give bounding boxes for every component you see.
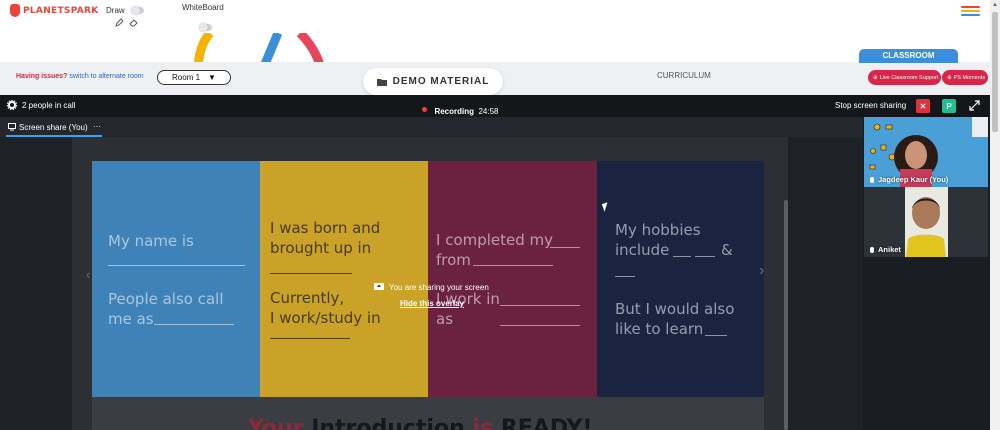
people-in-call: 2 people in call: [22, 101, 76, 110]
live-support-button[interactable]: ⊕ Live Classroom Support: [868, 70, 941, 85]
title-word-1: Your: [248, 416, 304, 430]
curriculum-tab[interactable]: CURRICULUM: [657, 71, 711, 80]
screen-share-icon: [8, 123, 16, 131]
col4-line2: include: [615, 241, 670, 259]
close-icon: ✕: [919, 101, 927, 111]
slide-column-name: My name is People also call me as: [92, 161, 260, 397]
col2-blank1: [270, 273, 352, 274]
pencil-icon[interactable]: [115, 18, 124, 27]
col1-blank1: [108, 265, 245, 266]
participant-button[interactable]: P: [942, 99, 956, 113]
folder-icon: [376, 78, 387, 86]
slide-prev-icon[interactable]: ‹: [86, 266, 91, 282]
menu-icon[interactable]: [961, 6, 980, 17]
draw-toggle[interactable]: [131, 6, 144, 15]
screen-share-tab-bar: Screen share (You) ···: [0, 117, 863, 137]
shared-slide: My name is People also call me as I was …: [92, 161, 764, 430]
logo-mark-icon: [10, 4, 20, 17]
whiteboard-toggle[interactable]: [199, 23, 212, 32]
participant-tile-aniket[interactable]: Aniket: [864, 187, 988, 257]
col4-amp: &: [721, 241, 733, 259]
col2-line3: Currently,: [270, 289, 345, 307]
issues-notice: Having issues? switch to alternate room: [16, 73, 144, 80]
col1-blank2: [154, 324, 234, 325]
classroom-tab[interactable]: CLASSROOM: [859, 49, 958, 63]
settings-gear-icon[interactable]: [7, 100, 17, 110]
col1-line2: People also call: [108, 290, 224, 308]
col4-blank2: [695, 256, 715, 257]
col4-line3: But I would also: [615, 300, 735, 318]
col2-line2: brought up in: [270, 239, 372, 257]
col3-line1: I completed my: [436, 231, 554, 249]
participant-name-self: Jagdeep Kaur (You): [870, 175, 948, 184]
ps-moments-label: PS Moments: [953, 74, 986, 81]
slide-column-origin: I was born and brought up in Currently, …: [260, 161, 428, 397]
tab-more-button[interactable]: ···: [93, 122, 101, 131]
participant-tile-self[interactable]: Jagdeep Kaur (You): [864, 117, 988, 187]
col4-line4: like to learn: [615, 320, 704, 338]
live-support-label: Live Classroom Support: [879, 74, 939, 81]
demo-material-button[interactable]: DEMO MATERIAL: [363, 68, 503, 95]
plus-circle-icon: ⊕: [873, 74, 878, 81]
participant-initial: P: [946, 101, 952, 111]
recording-label: Recording: [434, 107, 475, 116]
col3-line2: from: [436, 251, 471, 269]
title-word-2: Introduction: [311, 416, 465, 430]
caret-down-icon: ▼: [208, 73, 216, 82]
col2-line1: I was born and: [270, 219, 381, 237]
col1-line1: My name is: [108, 232, 194, 250]
col4-blank3: [615, 276, 635, 277]
col3-blank1: [550, 247, 580, 248]
demo-material-label: DEMO MATERIAL: [392, 76, 490, 87]
stop-sharing-button[interactable]: ✕: [916, 99, 930, 113]
participant-name-text: Jagdeep Kaur (You): [878, 175, 949, 184]
ps-moments-button[interactable]: ⊕ PS Moments: [942, 70, 988, 85]
sharing-message: You are sharing your screen: [389, 283, 489, 292]
eraser-icon[interactable]: [129, 18, 138, 27]
issues-prefix: Having issues?: [16, 73, 68, 80]
recording-time: 24:58: [478, 107, 499, 116]
page-scrollbar[interactable]: ▲: [990, 0, 1000, 430]
col4-blank1: [673, 256, 691, 257]
hide-overlay-link[interactable]: Hide this overlay: [400, 299, 464, 308]
col3-blank2: [473, 265, 553, 266]
app-top-bar: PLANETSPARK Draw WhiteBoard: [0, 0, 1000, 33]
col3-blank3: [500, 305, 580, 306]
col3-line4: as: [436, 310, 454, 328]
slide-scrollbar[interactable]: [784, 200, 788, 430]
col2-blank2: [270, 338, 350, 339]
col4-line1: My hobbies: [615, 221, 701, 239]
draw-label: Draw: [106, 6, 125, 15]
screen-share-tab[interactable]: Screen share (You): [19, 123, 88, 132]
screen-share-icon: [374, 283, 384, 290]
scroll-up-icon[interactable]: ▲: [992, 2, 998, 8]
room-select-value: Room 1: [172, 73, 201, 82]
fullscreen-icon[interactable]: [969, 100, 980, 111]
participant-name-aniket: Aniket: [870, 245, 901, 254]
room-select[interactable]: Room 1 ▼: [157, 70, 231, 85]
planetspark-logo[interactable]: PLANETSPARK: [10, 4, 99, 17]
title-word-4: READY!: [500, 416, 593, 430]
slide-next-icon[interactable]: ›: [759, 262, 764, 280]
mic-icon: [870, 246, 874, 253]
slide-title: Your Introduction is READY!: [248, 416, 592, 430]
brand-name: PLANETSPARK: [23, 5, 99, 16]
page-scroll-thumb[interactable]: [992, 12, 998, 132]
plus-circle-icon: ⊕: [947, 74, 952, 81]
mic-icon: [870, 176, 874, 183]
col1-line3: me as: [108, 310, 154, 328]
stop-screen-sharing-label: Stop screen sharing: [835, 101, 907, 110]
col2-line4: I work/study in: [270, 309, 381, 327]
recording-dot-icon: [422, 107, 427, 113]
slide-column-hobbies: My hobbies include & But I would also li…: [597, 161, 764, 397]
title-word-3: is: [472, 416, 494, 430]
col4-blank4: [705, 335, 727, 336]
call-header: 2 people in call Recording 24:58 Stop sc…: [0, 95, 990, 117]
sharing-overlay: You are sharing your screen: [374, 283, 489, 292]
participant-name-text: Aniket: [878, 245, 901, 254]
slide-column-work: I completed my from I work in as: [428, 161, 597, 397]
whiteboard-label: WhiteBoard: [182, 3, 224, 12]
col3-blank4: [500, 325, 580, 326]
alternate-room-link[interactable]: switch to alternate room: [69, 73, 143, 80]
